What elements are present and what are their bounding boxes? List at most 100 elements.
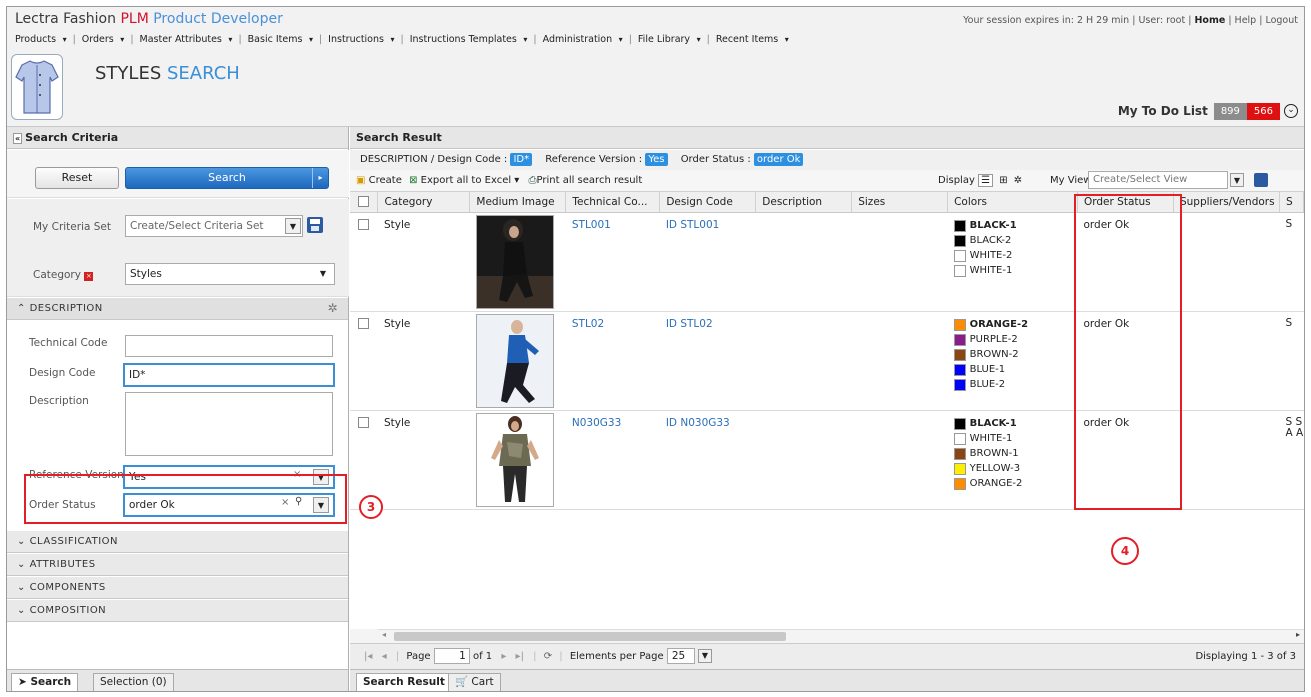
components-section-header[interactable]: ⌄ COMPONENTS <box>7 577 348 599</box>
color-name: BROWN-1 <box>969 448 1019 459</box>
logout-link[interactable]: Logout <box>1265 15 1298 26</box>
search-button[interactable]: Search ▸ <box>125 167 329 189</box>
tab-search-result[interactable]: Search Result <box>356 673 452 691</box>
composition-section-header[interactable]: ⌄ COMPOSITION <box>7 600 348 622</box>
col-category[interactable]: Category <box>377 192 471 213</box>
col-technical-code[interactable]: Technical Co... <box>565 192 661 213</box>
export-excel-button[interactable]: ⊠ Export all to Excel ▾ <box>409 175 519 186</box>
col-sizes[interactable]: Sizes <box>851 192 949 213</box>
todo-count-grey[interactable]: 899 <box>1213 102 1247 120</box>
dropdown-arrow-icon[interactable]: ▸ <box>312 168 328 188</box>
first-page-icon[interactable]: |◂ <box>364 651 372 662</box>
classification-section-title: CLASSIFICATION <box>29 536 119 547</box>
chevron-down-icon[interactable]: ⌄ <box>1284 104 1298 118</box>
page-title-search: SEARCH <box>166 63 240 84</box>
menu-item-orders[interactable]: Orders <box>82 34 114 45</box>
cell-suppliers <box>1173 410 1280 510</box>
product-image[interactable] <box>475 412 554 507</box>
create-button[interactable]: ▣ Create <box>356 175 402 186</box>
criteria-set-select[interactable]: Create/Select Criteria Set <box>125 215 303 237</box>
technical-code-field[interactable] <box>125 335 333 357</box>
prev-page-icon[interactable]: ◂ <box>382 651 387 662</box>
grid-view-icon[interactable]: ⊞ <box>999 175 1007 186</box>
criteria-desc-chip[interactable]: ID* <box>510 153 533 166</box>
cell-medium-image[interactable] <box>469 311 566 411</box>
select-all-checkbox[interactable] <box>350 192 379 213</box>
menu-item-master-attributes[interactable]: Master Attributes <box>140 34 222 45</box>
main-menu: Products ▾ | Orders ▾ | Master Attributes ▾ |… <box>15 34 789 45</box>
color-swatch <box>953 319 966 331</box>
scrollbar-thumb[interactable] <box>394 632 786 641</box>
save-icon[interactable] <box>307 217 323 233</box>
scroll-right-icon[interactable]: ▸ <box>1296 630 1300 639</box>
cell-medium-image[interactable] <box>469 410 566 510</box>
chevron-down-icon[interactable]: ▼ <box>315 266 331 282</box>
col-colors[interactable]: Colors <box>947 192 1078 213</box>
collapse-icon[interactable]: « <box>13 133 23 144</box>
color-name: BLACK-2 <box>969 235 1012 246</box>
design-code-field[interactable]: ID* <box>123 363 335 387</box>
todo-label[interactable]: My To Do List <box>1118 104 1208 118</box>
menu-item-instructions-templates[interactable]: Instructions Templates <box>410 34 517 45</box>
cell-technical-code[interactable]: STL001 <box>565 212 660 312</box>
menu-item-file-library[interactable]: File Library <box>638 34 690 45</box>
page-number-field[interactable]: 1 <box>433 648 470 664</box>
tab-cart[interactable]: 🛒 Cart <box>448 673 501 691</box>
criteria-status-chip[interactable]: order Ok <box>753 153 804 166</box>
cell-medium-image[interactable] <box>469 212 566 312</box>
last-page-icon[interactable]: ▸| <box>516 651 524 662</box>
reset-button[interactable]: Reset <box>35 167 119 189</box>
technical-code-label: Technical Code <box>29 337 108 349</box>
gear-icon[interactable]: ✲ <box>327 298 338 319</box>
criteria-ref-chip[interactable]: Yes <box>645 153 668 166</box>
color-name: WHITE-2 <box>969 250 1013 261</box>
horizontal-scrollbar[interactable]: ◂ ▸ <box>378 629 1304 643</box>
header: Lectra Fashion PLM Product Developer You… <box>7 7 1304 127</box>
chevron-down-icon[interactable]: ▼ <box>698 649 712 663</box>
col-description[interactable]: Description <box>755 192 853 213</box>
todo-list[interactable]: My To Do List 899 566 ⌄ <box>1118 101 1298 121</box>
chevron-down-icon[interactable]: ▼ <box>285 218 301 234</box>
menu-item-basic-items[interactable]: Basic Items <box>248 34 303 45</box>
help-link[interactable]: Help <box>1235 15 1257 26</box>
print-button[interactable]: ⎙Print all search result <box>529 175 643 186</box>
row-checkbox[interactable] <box>350 410 378 510</box>
gear-icon[interactable]: ✲ <box>1014 175 1022 186</box>
list-view-icon[interactable]: ☰ <box>978 174 994 187</box>
product-image[interactable] <box>475 313 554 408</box>
col-s[interactable]: S <box>1279 192 1304 213</box>
row-checkbox[interactable] <box>350 311 378 411</box>
product-image[interactable] <box>475 214 554 309</box>
per-page-select[interactable]: 25 <box>666 648 695 664</box>
col-medium-image[interactable]: Medium Image <box>469 192 567 213</box>
tab-search[interactable]: ➤ Search <box>11 673 79 691</box>
col-suppliers[interactable]: Suppliers/Vendors <box>1173 192 1280 213</box>
chevron-down-icon[interactable]: ▼ <box>1230 173 1244 187</box>
next-page-icon[interactable]: ▸ <box>501 651 506 662</box>
my-views-select[interactable]: Create/Select View <box>1088 171 1228 189</box>
category-select[interactable]: Styles <box>125 263 335 285</box>
cell-technical-code[interactable]: N030G33 <box>565 410 660 510</box>
page-title-styles: STYLES <box>95 63 162 84</box>
cell-technical-code[interactable]: STL02 <box>565 311 660 411</box>
todo-count-red[interactable]: 566 <box>1246 102 1280 120</box>
cell-design-code[interactable]: ID STL02 <box>659 311 756 411</box>
tab-selection[interactable]: Selection (0) <box>93 673 174 691</box>
refresh-icon[interactable]: ⟳ <box>544 651 552 662</box>
col-design-code[interactable]: Design Code <box>659 192 757 213</box>
color-item: BLACK-1 <box>953 417 1078 432</box>
home-link[interactable]: Home <box>1194 15 1225 26</box>
attributes-section-header[interactable]: ⌄ ATTRIBUTES <box>7 554 348 576</box>
description-section-header[interactable]: ⌃ DESCRIPTION ✲ <box>7 298 348 320</box>
classification-section-header[interactable]: ⌄ CLASSIFICATION <box>7 531 348 553</box>
cell-design-code[interactable]: ID N030G33 <box>659 410 756 510</box>
cell-design-code[interactable]: ID STL001 <box>659 212 756 312</box>
menu-item-products[interactable]: Products <box>15 34 56 45</box>
description-field[interactable] <box>125 392 333 456</box>
menu-item-instructions[interactable]: Instructions <box>328 34 384 45</box>
save-icon[interactable] <box>1254 173 1268 187</box>
menu-item-recent-items[interactable]: Recent Items <box>716 34 778 45</box>
menu-item-administration[interactable]: Administration <box>543 34 613 45</box>
row-checkbox[interactable] <box>350 212 378 312</box>
scroll-left-icon[interactable]: ◂ <box>382 630 386 639</box>
